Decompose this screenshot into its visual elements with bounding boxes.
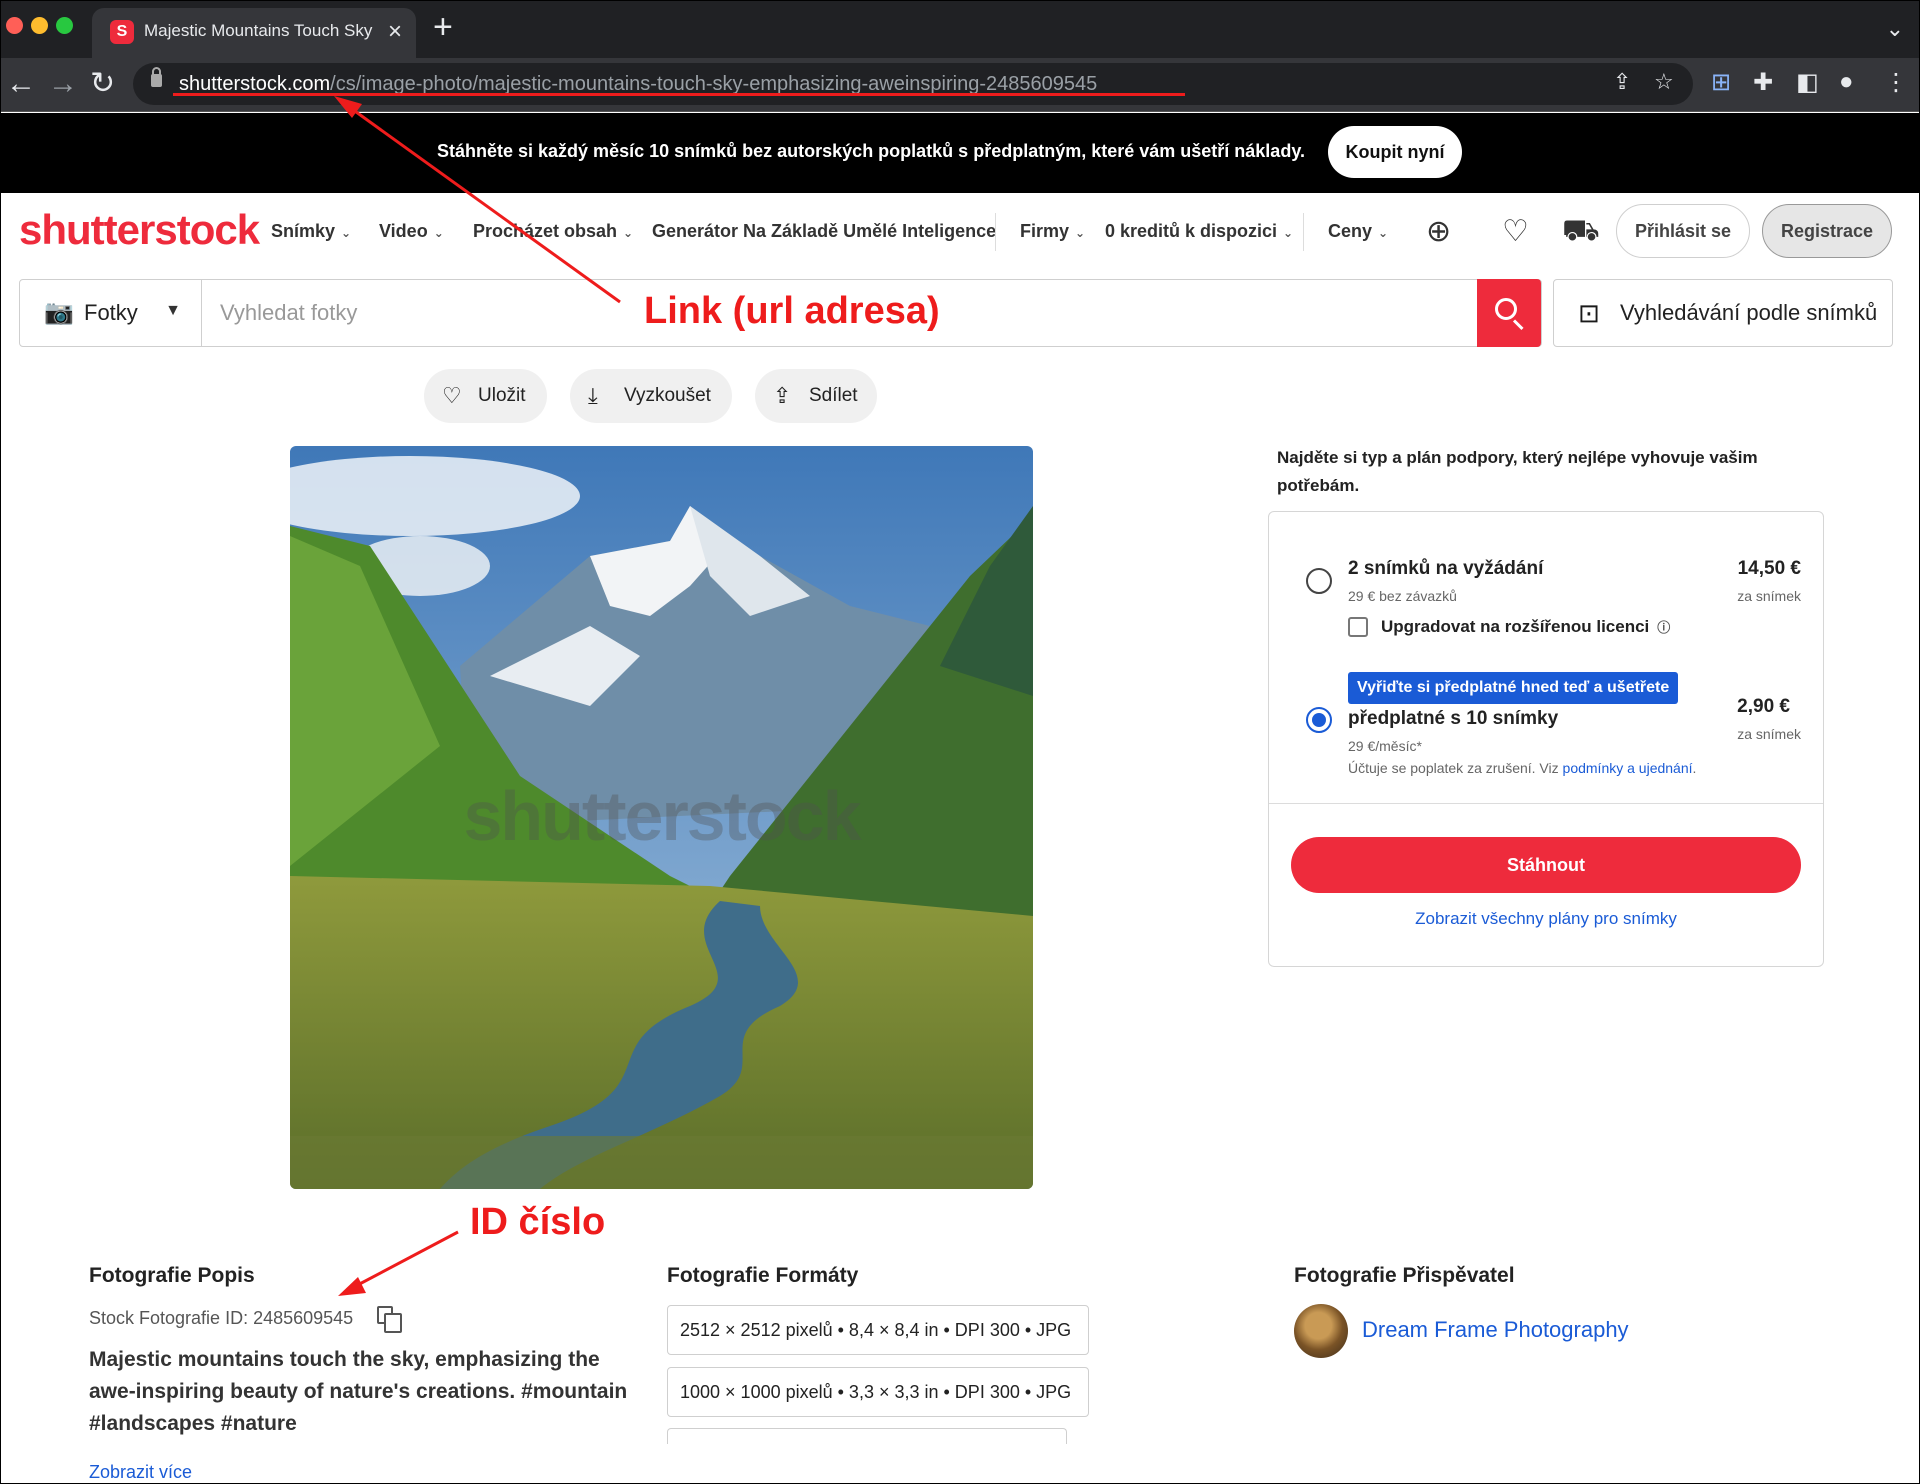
plan2-title: předplatné s 10 snímky <box>1348 708 1559 729</box>
subscription-badge: Vyřiďte si předplatné hned teď a ušetřet… <box>1348 672 1679 704</box>
format-option[interactable]: 1000 × 1000 pixelů • 3,3 × 3,3 in • DPI … <box>667 1367 1089 1417</box>
contributor-avatar[interactable] <box>1294 1304 1348 1358</box>
plan2-unit: za snímek <box>1737 726 1801 742</box>
extended-license-checkbox[interactable] <box>1348 617 1368 637</box>
download-button[interactable]: Stáhnout <box>1291 837 1801 893</box>
copy-icon[interactable] <box>377 1306 402 1333</box>
contributor-title: Fotografie Přispěvatel <box>1294 1264 1515 1287</box>
plan-intro-text: Najděte si typ a plán podpory, který nej… <box>1277 448 1758 495</box>
plan1-unit: za snímek <box>1737 588 1801 604</box>
plan2-radio[interactable] <box>1306 707 1332 733</box>
id-annotation-label: ID číslo <box>470 1201 606 1243</box>
plan1-price: 14,50 € <box>1737 558 1801 579</box>
plan2-subtitle: 29 €/měsíc* <box>1348 738 1422 754</box>
plan-card: 2 snímků na vyžádání 29 € bez závazků 14… <box>1268 511 1824 967</box>
all-plans-link[interactable]: Zobrazit všechny plány pro snímky <box>1269 909 1823 929</box>
show-more-link[interactable]: Zobrazit více <box>89 1462 192 1483</box>
plan1-radio[interactable] <box>1306 568 1332 594</box>
stock-id: Stock Fotografie ID: 2485609545 <box>89 1308 354 1328</box>
url-arrow <box>344 102 621 304</box>
terms-link[interactable]: podmínky a ujednání <box>1563 760 1693 776</box>
plan1-subtitle: 29 € bez závazků <box>1348 588 1457 604</box>
id-arrowhead <box>338 1277 366 1296</box>
plan-divider <box>1269 803 1823 804</box>
link-annotation-label: Link (url adresa) <box>644 290 940 332</box>
formats-title: Fotografie Formáty <box>667 1264 859 1287</box>
plan2-note: Účtuje se poplatek za zrušení. Viz podmí… <box>1348 760 1697 776</box>
info-icon[interactable]: ⓘ <box>1657 620 1670 635</box>
extended-license-label: Upgradovat na rozšířenou licenci ⓘ <box>1381 617 1671 636</box>
format-option-partial[interactable] <box>667 1428 1067 1444</box>
id-arrow <box>351 1230 459 1290</box>
description-title: Fotografie Popis <box>89 1264 255 1287</box>
format-option[interactable]: 2512 × 2512 pixelů • 8,4 × 8,4 in • DPI … <box>667 1305 1089 1355</box>
photo-description: Majestic mountains touch the sky, emphas… <box>89 1348 628 1435</box>
contributor-link[interactable]: Dream Frame Photography <box>1362 1317 1629 1343</box>
plan1-title: 2 snímků na vyžádání <box>1348 558 1544 579</box>
plan2-price: 2,90 € <box>1737 696 1790 717</box>
